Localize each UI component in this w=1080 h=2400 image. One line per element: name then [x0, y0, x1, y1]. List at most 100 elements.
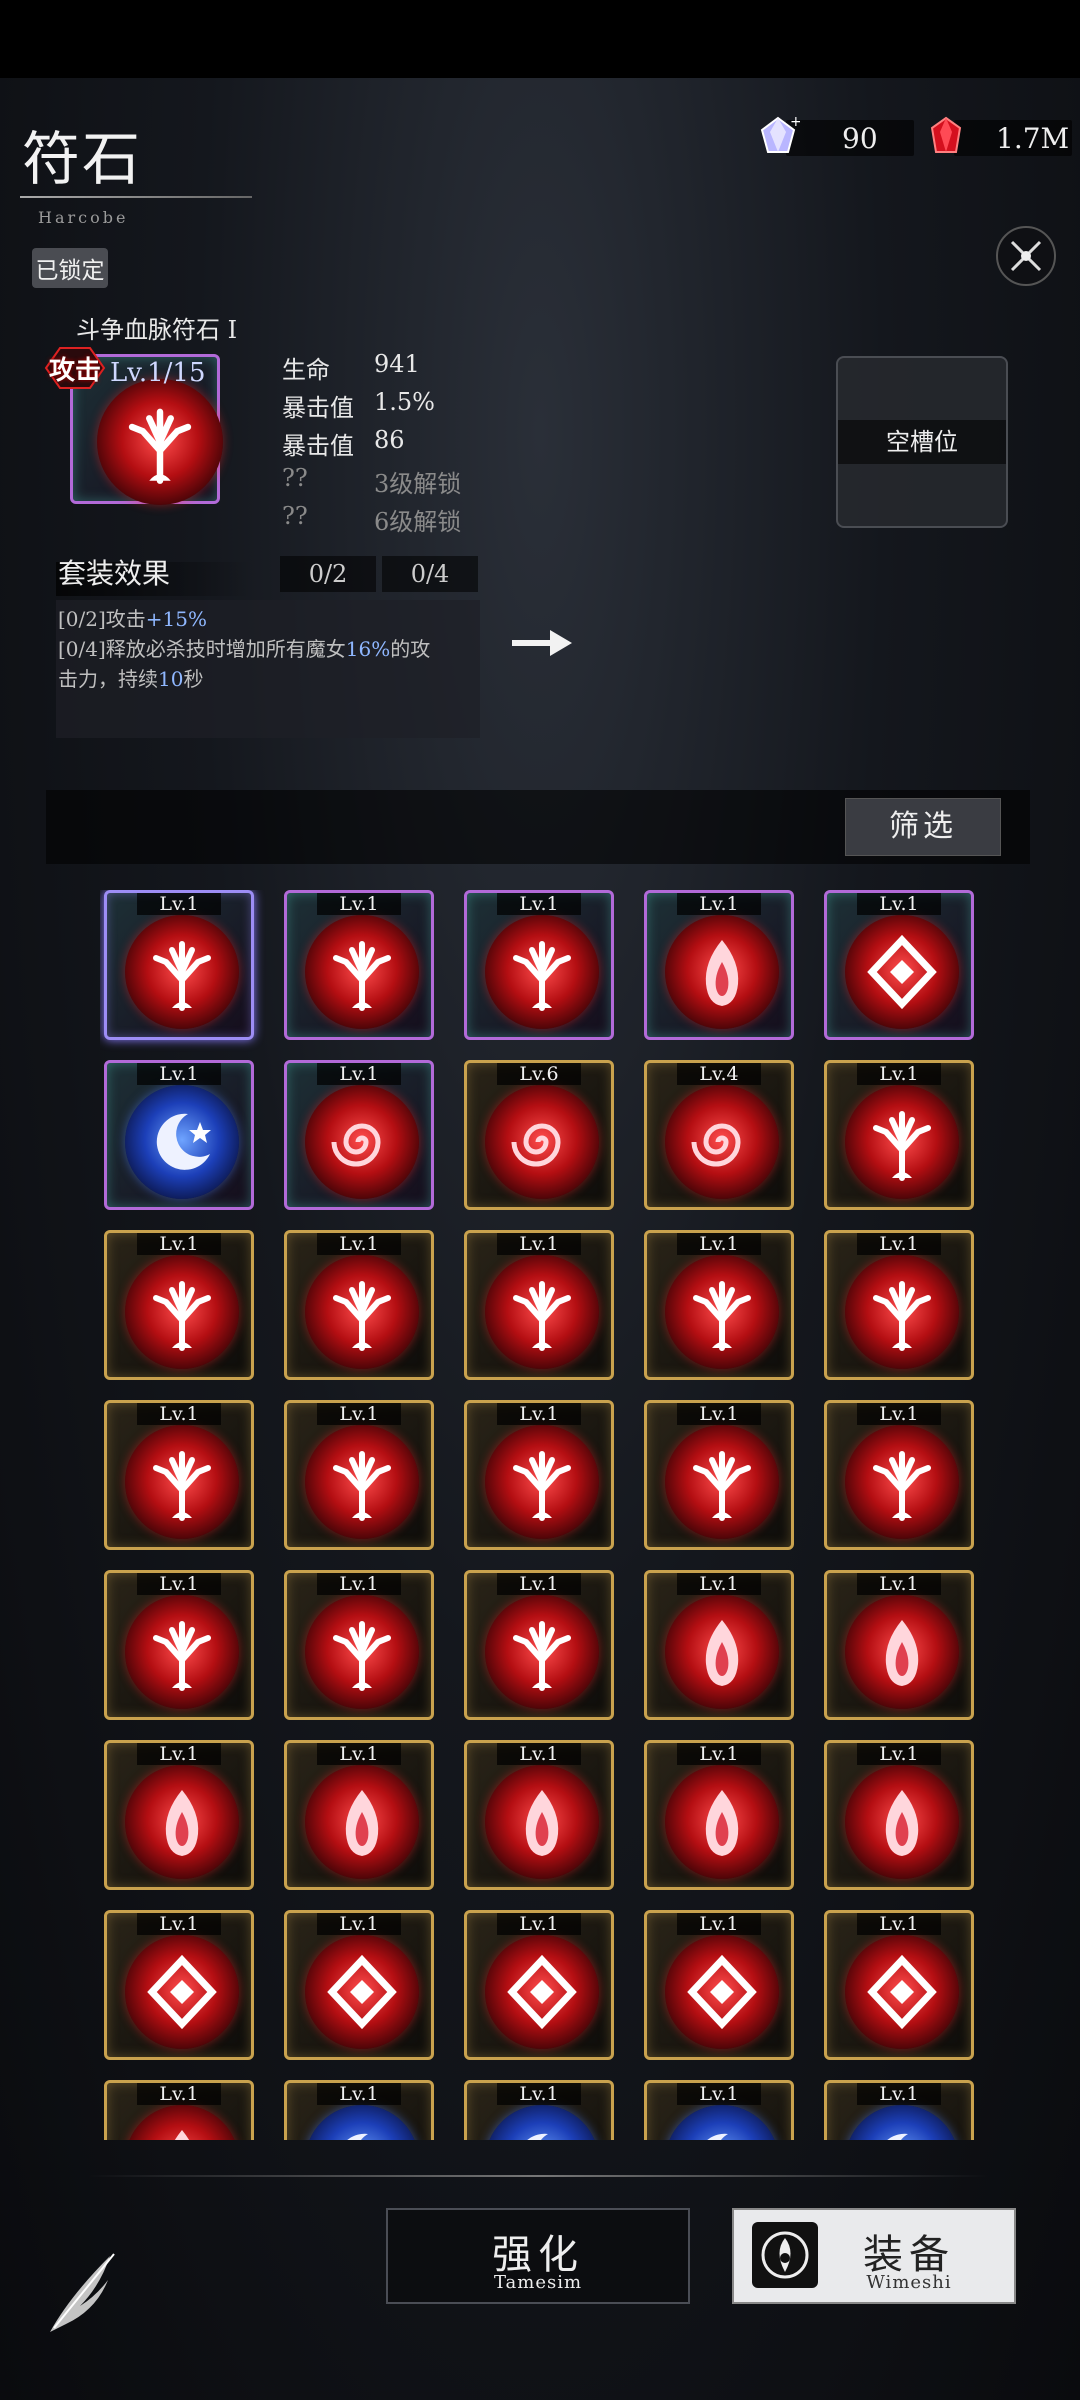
flame-icon: [165, 1790, 199, 1856]
spiral-icon: [511, 1123, 561, 1167]
rune-card[interactable]: Lv.1: [464, 1740, 614, 1890]
rune-card[interactable]: Lv.1: [824, 2080, 974, 2140]
rune-card[interactable]: Lv.1: [104, 2080, 254, 2140]
rune-card[interactable]: Lv.1: [104, 1230, 254, 1380]
rune-card[interactable]: Lv.1: [284, 1910, 434, 2060]
rune-orb: [305, 1255, 419, 1369]
rune-card[interactable]: Lv.1: [824, 1910, 974, 2060]
rune-card[interactable]: Lv.1: [284, 1060, 434, 1210]
rune-level-label: Lv.1: [857, 1403, 941, 1425]
rune-orb: [845, 2105, 959, 2140]
set-count-2: 0/2: [280, 556, 376, 592]
crystal-amount: 90: [842, 122, 878, 155]
rune-card[interactable]: Lv.1: [464, 1570, 614, 1720]
rune-level-label: Lv.1: [857, 1913, 941, 1935]
empty-slot[interactable]: 空槽位: [836, 356, 1008, 528]
tree-icon: [153, 1281, 211, 1351]
rune-orb: [305, 1765, 419, 1879]
diamond-icon: [867, 1954, 937, 2030]
rune-card[interactable]: Lv.1: [284, 890, 434, 1040]
rune-orb: [485, 915, 599, 1029]
svg-text:+: +: [790, 114, 800, 130]
flame-icon: [525, 1790, 559, 1856]
tree-icon: [333, 1451, 391, 1521]
rune-card[interactable]: Lv.1: [284, 1400, 434, 1550]
rune-orb: [845, 1935, 959, 2049]
flame-icon: [885, 1620, 919, 1686]
rune-card[interactable]: Lv.1: [644, 890, 794, 1040]
rune-card[interactable]: Lv.1: [824, 1230, 974, 1380]
rune-orb: [665, 1255, 779, 1369]
rune-card[interactable]: Lv.1: [104, 890, 254, 1040]
rune-card[interactable]: Lv.1: [104, 1060, 254, 1210]
rune-card[interactable]: Lv.1: [644, 1910, 794, 2060]
rune-card[interactable]: Lv.1: [284, 1740, 434, 1890]
rune-card[interactable]: Lv.1: [644, 1400, 794, 1550]
rune-level-label: Lv.1: [137, 1573, 221, 1595]
tree-icon: [873, 1111, 931, 1181]
rune-card[interactable]: Lv.1: [104, 1740, 254, 1890]
rune-orb: [305, 1425, 419, 1539]
rune-card[interactable]: Lv.1: [644, 1230, 794, 1380]
rune-card[interactable]: Lv.1: [644, 1570, 794, 1720]
rune-level-label: Lv.1: [497, 1573, 581, 1595]
rune-card[interactable]: Lv.1: [104, 1570, 254, 1720]
rune-card[interactable]: Lv.1: [644, 1740, 794, 1890]
rune-card[interactable]: Lv.1: [464, 1400, 614, 1550]
rune-card[interactable]: Lv.1: [284, 2080, 434, 2140]
rune-card[interactable]: Lv.1: [284, 1230, 434, 1380]
rune-card[interactable]: Lv.1: [284, 1570, 434, 1720]
rune-level-label: Lv.1: [677, 1233, 761, 1255]
rune-orb: [485, 1765, 599, 1879]
rune-orb: [125, 1085, 239, 1199]
rune-card[interactable]: Lv.6: [464, 1060, 614, 1210]
rune-level-label: Lv.1: [497, 2083, 581, 2105]
stat-row: 生命 941: [282, 350, 420, 384]
rune-level-label: Lv.1: [317, 1913, 401, 1935]
rune-level-label: Lv.1: [137, 1063, 221, 1085]
settings-button[interactable]: [996, 226, 1056, 286]
diamond-icon: [507, 1954, 577, 2030]
set-effect-line: 击力，持续10秒: [58, 667, 204, 691]
locked-badge[interactable]: 已锁定: [32, 248, 108, 288]
rune-card[interactable]: Lv.1: [464, 1230, 614, 1380]
rune-card[interactable]: Lv.1: [824, 890, 974, 1040]
rune-orb: [845, 1765, 959, 1879]
rune-level-label: Lv.1: [317, 893, 401, 915]
rune-orb: [125, 1765, 239, 1879]
rune-card[interactable]: Lv.1: [824, 1400, 974, 1550]
arrow-right-icon[interactable]: [510, 626, 574, 660]
rune-orb: [665, 2105, 779, 2140]
flame-icon: [174, 2130, 190, 2140]
tree-icon: [513, 1281, 571, 1351]
moon-icon: [887, 2133, 908, 2140]
equip-button[interactable]: 装备 Wimeshi: [732, 2208, 1016, 2304]
crystal-currency[interactable]: + 90: [756, 112, 916, 162]
rune-level-label: Lv.1: [857, 1573, 941, 1595]
crossed-swords-icon: [1010, 240, 1042, 272]
rune-card[interactable]: Lv.1: [824, 1740, 974, 1890]
rune-orb: [845, 1425, 959, 1539]
rune-card[interactable]: Lv.1: [104, 1910, 254, 2060]
rune-card[interactable]: Lv.1: [464, 1910, 614, 2060]
rune-orb: [97, 379, 223, 505]
rune-card[interactable]: Lv.1: [824, 1060, 974, 1210]
page-subtitle: Harcobe: [38, 208, 129, 227]
rune-card[interactable]: Lv.1: [644, 2080, 794, 2140]
ruby-currency[interactable]: 1.7M: [924, 112, 1074, 162]
rune-card[interactable]: Lv.1: [104, 1400, 254, 1550]
rune-card[interactable]: Lv.4: [644, 1060, 794, 1210]
rune-orb: [305, 1085, 419, 1199]
set-effect-line: [0/2]攻击+15%: [58, 607, 208, 631]
rune-card[interactable]: Lv.1: [464, 2080, 614, 2140]
upgrade-button[interactable]: 强化 Tamesim: [386, 2208, 690, 2304]
rune-card[interactable]: Lv.1: [824, 1570, 974, 1720]
filter-button[interactable]: 筛选: [845, 798, 1001, 856]
rune-level-label: Lv.1: [317, 1233, 401, 1255]
back-feather-icon[interactable]: [40, 2236, 130, 2346]
rune-card[interactable]: Lv.1: [464, 890, 614, 1040]
rune-orb: [125, 2105, 239, 2140]
stat-row: 暴击值 86: [282, 426, 405, 460]
set-count-4: 0/4: [382, 556, 478, 592]
rune-level-label: Lv.1: [677, 1913, 761, 1935]
